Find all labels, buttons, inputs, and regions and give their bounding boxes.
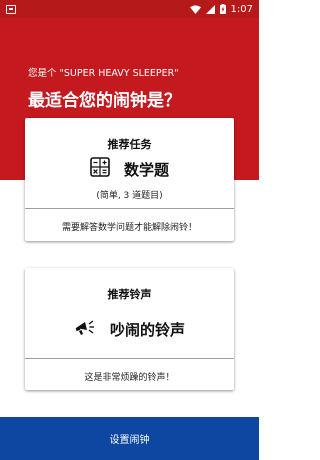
battery-charging-icon [219, 4, 226, 14]
status-time: 1:07 [230, 3, 253, 15]
ringtone-card-title: 推荐铃声 [107, 288, 152, 301]
calculator-icon [90, 157, 110, 181]
task-name: 数学题 [123, 160, 169, 179]
set-alarm-button[interactable]: 设置闹钟 [0, 417, 259, 460]
card-divider [25, 208, 234, 209]
status-bar: 1:07 [0, 0, 259, 18]
notification-icon [6, 4, 16, 14]
megaphone-icon [74, 318, 96, 340]
ringtone-card-main: 吵闹的铃声 [25, 316, 234, 342]
ringtone-name: 吵闹的铃声 [109, 320, 185, 339]
recommended-task-card[interactable]: 推荐任务 数学题 (简单, 3 道题目) 需要解答数学问题才能解除闹铃！ [25, 118, 234, 241]
cellular-signal-icon [205, 4, 215, 14]
result-subtitle: 您是个 "SUPER HEAVY SLEEPER" [28, 68, 179, 79]
ringtone-description: 这是非常烦躁的铃声！ [84, 373, 175, 383]
task-card-title: 推荐任务 [107, 138, 152, 151]
task-description: 需要解答数学问题才能解除闹铃！ [61, 223, 197, 233]
task-difficulty: (简单, 3 道题目) [96, 191, 163, 201]
wifi-icon [189, 4, 201, 14]
page-title: 最适合您的闹钟是？ [28, 91, 181, 111]
card-divider [25, 358, 234, 359]
recommended-ringtone-card[interactable]: 推荐铃声 吵闹的铃声 这是非常烦躁的铃声！ [25, 268, 234, 390]
task-card-main: 数学题 [25, 156, 234, 182]
